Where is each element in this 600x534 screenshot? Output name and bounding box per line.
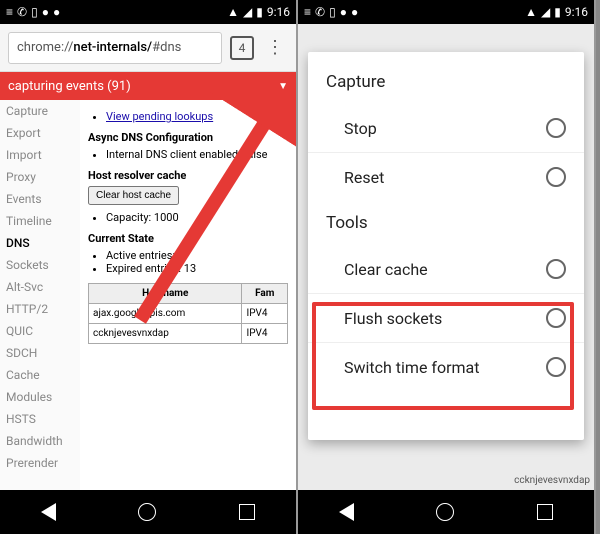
sidebar-item-import[interactable]: Import — [0, 144, 80, 166]
whatsapp-icon: ✆ — [315, 5, 325, 19]
pending-lookups-link[interactable]: View pending lookups — [106, 110, 213, 123]
status-bar: ≡ ✆ ▯ ● ● ▲ ◢ ▮ 9:16 — [0, 0, 296, 24]
sidebar-item-export[interactable]: Export — [0, 122, 80, 144]
omnibox-row: chrome://net-internals/#dns 4 ⋮ — [0, 24, 296, 72]
table-row: ajax.googleapis.comIPV4 — [89, 304, 288, 324]
sidebar-item-altsvc[interactable]: Alt-Svc — [0, 276, 80, 298]
nav-recent-icon[interactable] — [537, 504, 553, 520]
dns-client-status: Internal DNS client enabled: false — [106, 148, 288, 161]
radio-icon — [546, 167, 566, 187]
heading-async-dns: Async DNS Configuration — [88, 131, 288, 144]
sidebar-item-hsts[interactable]: HSTS — [0, 408, 80, 430]
nav-recent-icon[interactable] — [239, 504, 255, 520]
capture-banner[interactable]: capturing events (91) ▼ — [0, 72, 296, 100]
list-icon: ≡ — [6, 5, 13, 19]
radio-icon — [546, 308, 566, 328]
messenger-icon: ● — [42, 5, 49, 19]
sidebar-item-timeline[interactable]: Timeline — [0, 210, 80, 232]
dropdown-menu: Capture Stop Reset Tools Clear cache Flu… — [308, 52, 584, 440]
nav-back-icon[interactable] — [41, 503, 56, 521]
sidebar-item-modules[interactable]: Modules — [0, 386, 80, 408]
battery-icon: ▮ — [554, 5, 561, 19]
menu-section-capture: Capture — [308, 60, 584, 104]
signal-icon: ◢ — [243, 5, 252, 19]
messenger-icon-2: ● — [351, 5, 358, 19]
sidebar-item-sdch[interactable]: SDCH — [0, 342, 80, 364]
menu-item-stop[interactable]: Stop — [308, 104, 584, 152]
list-icon: ≡ — [304, 5, 311, 19]
table-row: ccknjevesvnxdapIPV4 — [89, 324, 288, 344]
sidebar-item-bandwidth[interactable]: Bandwidth — [0, 430, 80, 452]
sidebar-item-prerender[interactable]: Prerender — [0, 452, 80, 474]
url-field[interactable]: chrome://net-internals/#dns — [8, 32, 222, 64]
messenger-icon: ● — [340, 5, 347, 19]
nav-home-icon[interactable] — [138, 503, 156, 521]
capacity-value: Capacity: 1000 — [106, 211, 288, 224]
nav-back-icon[interactable] — [339, 503, 354, 521]
messenger-icon-2: ● — [53, 5, 60, 19]
heading-current-state: Current State — [88, 232, 288, 245]
clear-host-cache-button[interactable]: Clear host cache — [88, 186, 179, 205]
tab-switcher[interactable]: 4 — [230, 36, 254, 60]
expired-entries: Expired entries: 13 — [106, 262, 288, 275]
menu-section-tools: Tools — [308, 201, 584, 245]
col-family: Fam — [242, 284, 288, 304]
background-cell: ccknjevesvnxdap — [514, 475, 590, 486]
battery-icon: ▮ — [256, 5, 263, 19]
host-table: HostnameFam ajax.googleapis.comIPV4 cckn… — [88, 283, 288, 344]
clock: 9:16 — [267, 5, 290, 19]
nav-home-icon[interactable] — [436, 503, 454, 521]
menu-item-switch-time[interactable]: Switch time format — [308, 343, 584, 391]
sidebar: CaptureExportImportProxyEventsTimelineDN… — [0, 100, 80, 490]
whatsapp-icon: ✆ — [17, 5, 27, 19]
sidebar-item-quic[interactable]: QUIC — [0, 320, 80, 342]
android-navbar — [0, 490, 296, 534]
sim-icon: ▯ — [31, 5, 38, 19]
menu-label: Clear cache — [344, 260, 428, 279]
sidebar-item-events[interactable]: Events — [0, 188, 80, 210]
chevron-down-icon: ▼ — [278, 81, 288, 92]
menu-item-reset[interactable]: Reset — [308, 153, 584, 201]
heading-resolver-cache: Host resolver cache — [88, 169, 288, 182]
menu-item-clear-cache[interactable]: Clear cache — [308, 245, 584, 293]
radio-icon — [546, 357, 566, 377]
sidebar-item-dns[interactable]: DNS — [0, 232, 80, 254]
menu-label: Flush sockets — [344, 309, 442, 328]
radio-icon — [546, 118, 566, 138]
sidebar-item-http2[interactable]: HTTP/2 — [0, 298, 80, 320]
phone-right: ≡ ✆ ▯ ● ● ▲ ◢ ▮ 9:16 ccknjevesvnxdap Cap… — [298, 0, 596, 534]
clock: 9:16 — [565, 5, 588, 19]
radio-icon — [546, 259, 566, 279]
sidebar-item-sockets[interactable]: Sockets — [0, 254, 80, 276]
menu-label: Reset — [344, 168, 384, 187]
phone-left: ≡ ✆ ▯ ● ● ▲ ◢ ▮ 9:16 chrome://net-intern… — [0, 0, 298, 534]
status-bar: ≡ ✆ ▯ ● ● ▲ ◢ ▮ 9:16 — [298, 0, 594, 24]
main-panel: View pending lookups Async DNS Configura… — [80, 100, 296, 490]
menu-label: Switch time format — [344, 358, 480, 377]
wifi-icon: ▲ — [227, 5, 239, 19]
menu-item-flush-sockets[interactable]: Flush sockets — [308, 294, 584, 342]
capture-banner-text: capturing events (91) — [8, 79, 131, 94]
sidebar-item-cache[interactable]: Cache — [0, 364, 80, 386]
sidebar-item-proxy[interactable]: Proxy — [0, 166, 80, 188]
wifi-icon: ▲ — [525, 5, 537, 19]
active-entries: Active entries: 0 — [106, 249, 288, 262]
sidebar-item-capture[interactable]: Capture — [0, 100, 80, 122]
menu-label: Stop — [344, 119, 377, 138]
signal-icon: ◢ — [541, 5, 550, 19]
android-navbar — [298, 490, 594, 534]
sim-icon: ▯ — [329, 5, 336, 19]
overflow-menu-icon[interactable]: ⋮ — [262, 37, 288, 58]
col-hostname: Hostname — [89, 284, 242, 304]
